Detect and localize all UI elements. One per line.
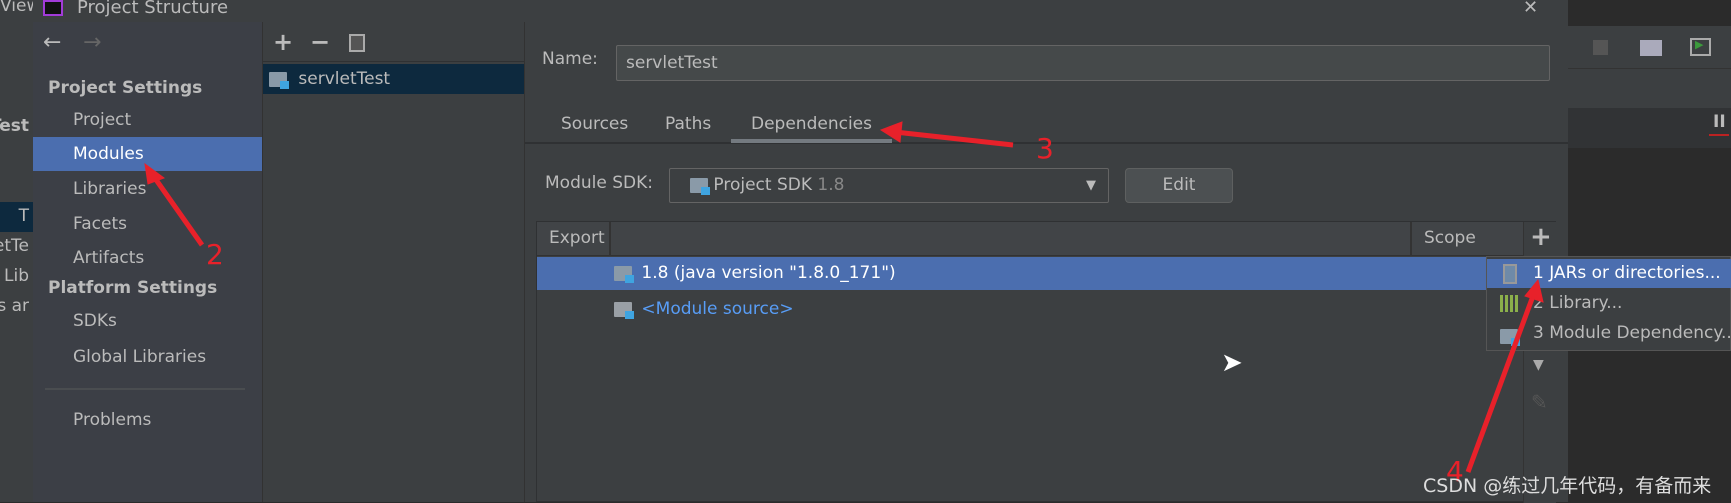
annotation-arrows: [144, 121, 1544, 473]
annotation-label-2: 2: [206, 238, 224, 271]
watermark: CSDN @练过几年代码，有备而来: [1423, 475, 1712, 497]
annotation-arrow-3: [894, 129, 1014, 148]
annotation-arrow-2: [149, 172, 205, 247]
annotation-label-3: 3: [1036, 132, 1054, 165]
annotation-arrow-4: [1465, 295, 1536, 473]
